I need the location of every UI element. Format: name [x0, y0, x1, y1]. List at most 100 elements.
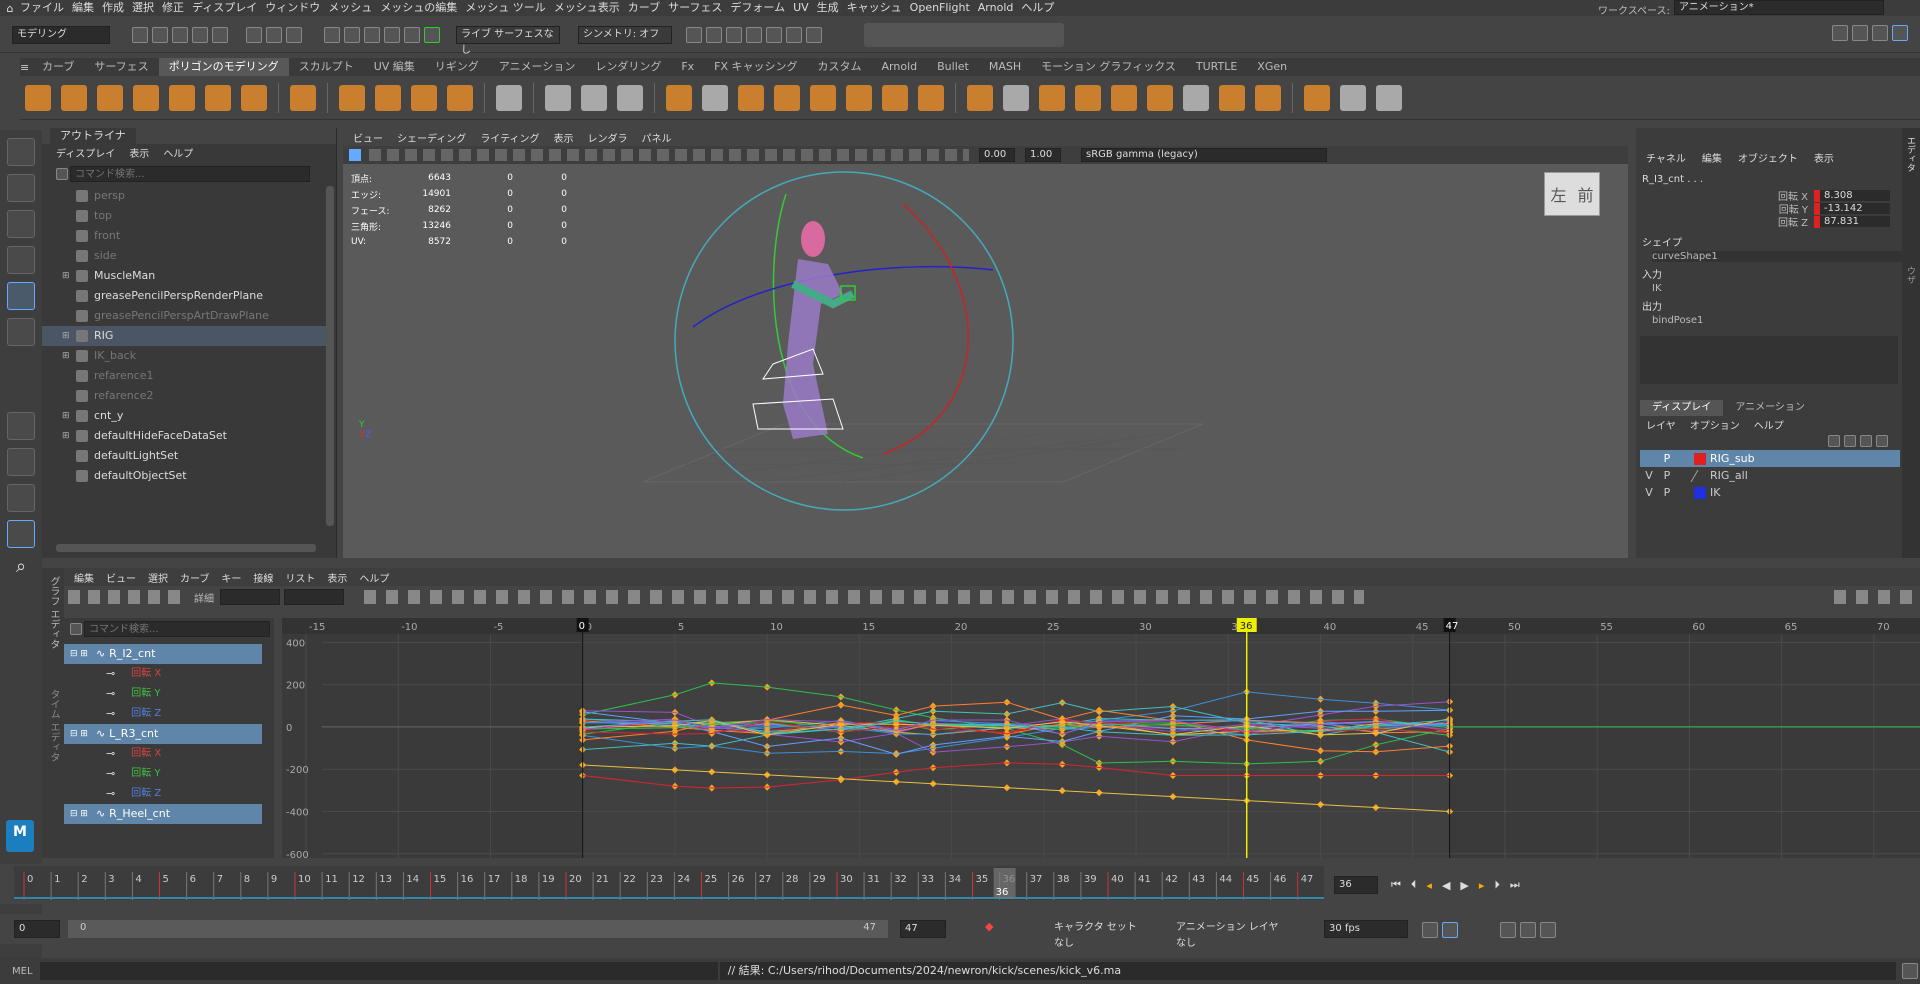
- layer-row[interactable]: V P RIG_all: [1640, 467, 1900, 484]
- outliner-item[interactable]: ⊞ MuscleMan: [42, 266, 326, 286]
- shelf-tool-icon[interactable]: [738, 84, 764, 111]
- channel-attr-row[interactable]: 回転 Z 87.831: [1636, 215, 1920, 229]
- graph-channel-item[interactable]: ⊸ 回転 X: [64, 664, 262, 684]
- step-forward-frame-icon[interactable]: ⏵: [1494, 878, 1500, 892]
- layer-playback-toggle[interactable]: P: [1658, 452, 1676, 465]
- select-component-icon[interactable]: [286, 26, 302, 43]
- shelf-tool-icon[interactable]: [205, 84, 231, 111]
- shelf-tool-icon[interactable]: [1039, 84, 1065, 111]
- graph-menu-item[interactable]: 表示: [327, 570, 347, 585]
- shelf-tool-icon[interactable]: [97, 84, 123, 111]
- graph-menu-item[interactable]: ヘルプ: [359, 570, 389, 585]
- viewport-menu-item[interactable]: ビュー: [353, 130, 383, 145]
- viewport-select-camera-icon[interactable]: [349, 149, 361, 161]
- search-bar[interactable]: [864, 22, 1064, 47]
- expand-icon[interactable]: ⊞: [62, 266, 76, 286]
- shelf-tool-icon[interactable]: [339, 84, 365, 111]
- side-tab[interactable]: コンテンツ ブラウザ: [1902, 258, 1920, 348]
- outliner-item[interactable]: greasePencilPerspArtDrawPlane: [42, 306, 326, 326]
- outliner-item[interactable]: ⊞ cnt_y: [42, 406, 326, 426]
- menu-item[interactable]: 修正: [162, 0, 192, 16]
- graph-editor-side-label[interactable]: グラフ エディタ: [46, 576, 61, 649]
- time-editor-side-label[interactable]: タイム エディタ: [46, 689, 61, 762]
- shelf-tool-icon[interactable]: [1111, 84, 1137, 111]
- loop-icon[interactable]: [1422, 922, 1438, 938]
- view-cube-front[interactable]: 前: [1577, 182, 1593, 206]
- menu-item[interactable]: ディスプレイ: [192, 0, 265, 16]
- search-icon[interactable]: ⌕: [7, 556, 35, 584]
- ipr-render-icon[interactable]: [726, 26, 742, 43]
- history-icon[interactable]: [686, 26, 702, 43]
- shelf-tool-icon[interactable]: [290, 84, 316, 111]
- menu-item[interactable]: 選択: [132, 0, 162, 16]
- symmetry-field[interactable]: シンメトリ: オフ: [578, 25, 672, 44]
- graph-menu-item[interactable]: カーブ: [180, 570, 209, 585]
- expand-icon[interactable]: ⊟ ⊞: [70, 724, 88, 744]
- menu-item[interactable]: キャッシュ: [847, 0, 910, 16]
- layer-playback-toggle[interactable]: P: [1658, 469, 1676, 482]
- expand-icon[interactable]: ⊟ ⊞: [70, 644, 88, 664]
- shelf-tab[interactable]: リギング: [425, 58, 489, 76]
- expand-icon[interactable]: ⊞: [62, 406, 76, 426]
- menu-item[interactable]: ファイル: [20, 0, 72, 16]
- menu-item[interactable]: メッシュ表示: [554, 0, 628, 16]
- shelf-tab[interactable]: サーフェス: [84, 58, 158, 76]
- layer-row[interactable]: V P IK: [1640, 484, 1900, 501]
- settings-icon[interactable]: [1540, 922, 1556, 938]
- channel-menu-item[interactable]: チャネル: [1646, 150, 1686, 165]
- shelf-tab[interactable]: ポリゴンのモデリング: [158, 58, 289, 76]
- new-scene-icon[interactable]: [132, 26, 148, 43]
- character-set-dropdown[interactable]: キャラクタ セットなし: [1050, 920, 1150, 949]
- command-input[interactable]: [39, 962, 718, 980]
- layer-color-swatch[interactable]: [1694, 452, 1706, 465]
- shelf-tab[interactable]: Bullet: [927, 58, 979, 76]
- range-bar[interactable]: 0 47: [68, 920, 888, 938]
- shelf-tool-icon[interactable]: [1075, 84, 1101, 111]
- open-scene-icon[interactable]: [152, 26, 168, 43]
- expand-icon[interactable]: ⊞: [62, 426, 76, 446]
- outliner-item[interactable]: ⊞ defaultHideFaceDataSet: [42, 426, 326, 446]
- fps-dropdown[interactable]: 30 fps: [1324, 920, 1408, 938]
- graph-menu-item[interactable]: ビュー: [106, 570, 136, 585]
- select-hierarchy-icon[interactable]: [246, 26, 262, 43]
- shelf-tool-icon[interactable]: [375, 84, 401, 111]
- toggle-attribute-editor-icon[interactable]: [1852, 25, 1868, 41]
- single-view-layout-icon[interactable]: [7, 412, 35, 440]
- shelf-tab-menu-icon[interactable]: ≡: [20, 61, 32, 74]
- shelf-tool-icon[interactable]: [810, 84, 836, 111]
- expand-icon[interactable]: ⊟ ⊞: [70, 804, 88, 824]
- script-editor-icon[interactable]: [1902, 963, 1918, 979]
- shelf-tab[interactable]: TURTLE: [1186, 58, 1247, 76]
- layer-menu-item[interactable]: ヘルプ: [1754, 417, 1784, 432]
- shelf-tool-icon[interactable]: [25, 84, 51, 111]
- layer-tab[interactable]: アニメーション: [1723, 400, 1817, 416]
- menu-item[interactable]: デフォーム: [730, 0, 793, 16]
- graph-search-input[interactable]: [84, 621, 270, 637]
- toggle-modeling-toolkit-icon[interactable]: [1832, 25, 1848, 41]
- view-cube-left[interactable]: 左: [1550, 182, 1566, 206]
- graph-node-item[interactable]: ⊟ ⊞ ∿ R_I2_cnt: [64, 644, 262, 664]
- menu-item[interactable]: ヘルプ: [1021, 0, 1062, 16]
- hypershade-icon[interactable]: [766, 26, 782, 43]
- four-view-layout-icon[interactable]: [7, 448, 35, 476]
- menu-item[interactable]: メッシュの編集: [380, 0, 465, 16]
- viewport-menu-item[interactable]: 表示: [554, 130, 574, 145]
- move-layer-down-icon[interactable]: [1844, 435, 1856, 447]
- detail-time-field[interactable]: [220, 589, 280, 605]
- menu-item[interactable]: サーフェス: [668, 0, 730, 16]
- outliner-menu-item[interactable]: 表示: [129, 145, 149, 160]
- channel-menu-item[interactable]: オブジェクト: [1738, 150, 1798, 165]
- graph-channel-item[interactable]: ⊸ 回転 X: [64, 744, 262, 764]
- snap-view-icon[interactable]: [384, 26, 400, 43]
- outliner-item[interactable]: ⊞ IK_back: [42, 346, 326, 366]
- graph-menu-item[interactable]: キー: [221, 570, 241, 585]
- shelf-tool-icon[interactable]: [133, 84, 159, 111]
- shelf-tab[interactable]: Fx: [671, 58, 704, 76]
- layer-tab[interactable]: ディスプレイ: [1640, 400, 1724, 416]
- go-to-end-icon[interactable]: ⏭: [1510, 878, 1520, 892]
- pause-icon[interactable]: [806, 26, 822, 43]
- outliner-menu-item[interactable]: ヘルプ: [163, 145, 193, 160]
- shelf-tab[interactable]: XGen: [1247, 58, 1297, 76]
- live-surface-field[interactable]: ライブ サーフェスなし: [456, 25, 560, 56]
- animation-start-field[interactable]: 0: [14, 920, 60, 938]
